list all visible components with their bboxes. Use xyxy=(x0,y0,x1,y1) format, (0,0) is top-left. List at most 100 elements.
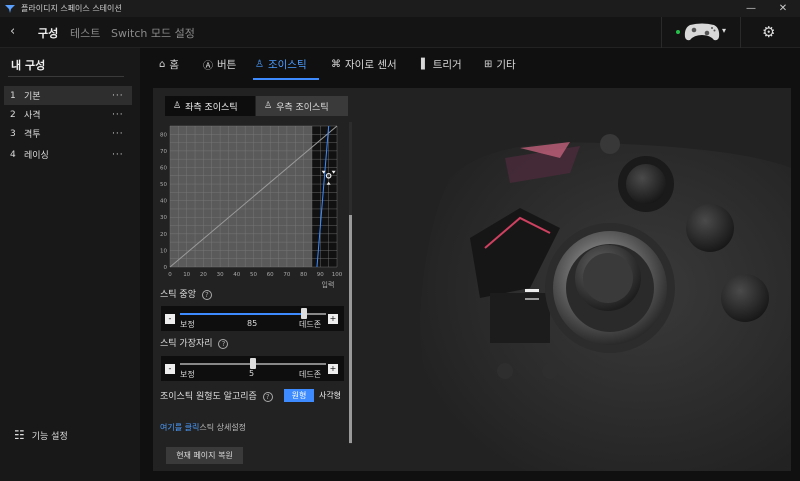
sidebar: 내 구성 1 기본 ··· 2 사격 ··· 3 격투 ··· 4 레이싱 ··… xyxy=(0,48,140,481)
controller-image xyxy=(410,118,791,471)
stick-edge-label: 스틱 가장자리 xyxy=(160,339,213,349)
x-tick-label: 10 xyxy=(183,272,190,278)
grid-icon: ⊞ xyxy=(484,58,493,70)
x-tick-label: 20 xyxy=(200,272,207,278)
tab-joystick[interactable]: ♙ 조이스틱 xyxy=(255,56,307,72)
stick-center-label: 스틱 중앙 xyxy=(160,290,196,300)
joystick-icon: ♙ xyxy=(255,58,264,70)
x-tick-label: 60 xyxy=(267,272,274,278)
slider-fill xyxy=(180,313,305,315)
more-icon[interactable]: ··· xyxy=(112,150,132,160)
deadzone-region xyxy=(311,126,337,267)
nav-switch-mode[interactable]: Switch 모드 설정 xyxy=(111,25,195,41)
stick-edge-row: 스틱 가장자리 ? xyxy=(160,336,229,349)
y-axis: 0 10 20 30 40 50 60 70 80 xyxy=(160,132,168,271)
deadzone-label: 데드존 xyxy=(299,320,322,329)
tab-label: 홈 xyxy=(169,58,180,71)
joystick-icon: ♙ xyxy=(173,101,182,111)
subtab-right-stick[interactable]: ♙ 우측 조이스틱 xyxy=(256,96,348,116)
minimize-button[interactable]: — xyxy=(738,0,764,17)
joystick-icon: ♙ xyxy=(264,101,273,111)
x-tick-label: 80 xyxy=(300,272,307,278)
algorithm-square-option[interactable]: 사각형 xyxy=(314,389,346,402)
tab-gyro[interactable]: ⌘ 자이로 센서 xyxy=(331,56,397,72)
top-nav: ‹ 구성 테스트 Switch 모드 설정 ▾ ⚙ xyxy=(0,17,800,48)
increase-button[interactable]: + xyxy=(328,314,338,324)
slider-value: 5 xyxy=(249,369,255,378)
y-tick-label: 40 xyxy=(160,199,167,205)
increase-button[interactable]: + xyxy=(328,364,338,374)
x-tick-label: 90 xyxy=(317,272,324,278)
slider-value: 85 xyxy=(247,319,258,328)
tab-buttons[interactable]: Ⓐ 버튼 xyxy=(203,56,236,72)
stick-center-slider[interactable]: - 보정 85 데드존 + xyxy=(161,306,344,331)
tab-home[interactable]: ⌂ 홈 xyxy=(159,56,179,72)
advanced-settings-row: 여기를 클릭스틱 상세설정 xyxy=(160,422,246,433)
y-tick-label: 80 xyxy=(160,132,167,138)
reset-page-button[interactable]: 현재 페이지 복원 xyxy=(166,447,243,464)
profile-item-basic[interactable]: 1 기본 ··· xyxy=(4,86,132,105)
x-axis: 0 10 20 30 40 50 60 70 80 90 100 xyxy=(168,272,342,278)
more-icon[interactable]: ··· xyxy=(112,91,132,101)
algorithm-row: 조이스틱 원형도 알고리즘 ? xyxy=(160,389,273,402)
y-tick-label: 20 xyxy=(160,232,167,238)
profile-name: 사격 xyxy=(24,111,41,121)
calibration-label: 보정 xyxy=(180,370,195,379)
profile-name: 레이싱 xyxy=(24,151,49,161)
controller-selector[interactable]: ▾ xyxy=(661,17,741,48)
tab-label: 자이로 센서 xyxy=(345,58,397,71)
profile-item-shooting[interactable]: 2 사격 ··· xyxy=(4,105,132,124)
profile-number: 2 xyxy=(10,109,16,120)
chevron-down-icon[interactable]: ▾ xyxy=(722,26,726,35)
scrollbar-thumb[interactable] xyxy=(349,215,352,443)
y-tick-label: 10 xyxy=(160,248,167,254)
function-settings-label: 기능 설정 xyxy=(31,431,68,442)
help-icon[interactable]: ? xyxy=(262,392,273,402)
tab-other[interactable]: ⊞ 기타 xyxy=(484,56,516,72)
profile-item-fighting[interactable]: 3 격투 ··· xyxy=(4,124,132,143)
calibration-label: 보정 xyxy=(180,320,195,329)
x-tick-label: 70 xyxy=(283,272,290,278)
connection-status-dot xyxy=(676,30,680,34)
gear-icon[interactable]: ⚙ xyxy=(762,23,775,41)
profile-number: 3 xyxy=(10,128,16,139)
x-axis-label: 입력 xyxy=(322,281,335,289)
trigger-icon: ▌ xyxy=(421,58,429,70)
advanced-settings-text: 스틱 상세설정 xyxy=(199,423,247,432)
help-icon[interactable]: ? xyxy=(201,290,212,300)
tab-trigger[interactable]: ▌ 트리거 xyxy=(421,56,462,72)
algorithm-circle-option[interactable]: 원형 xyxy=(284,389,314,402)
slider-thumb[interactable] xyxy=(301,308,308,319)
profile-item-racing[interactable]: 4 레이싱 ··· xyxy=(4,145,132,164)
title-bar: 플라이디지 스페이스 스테이션 — ✕ xyxy=(0,0,800,17)
tab-label: 조이스틱 xyxy=(267,58,307,71)
profile-name: 격투 xyxy=(24,130,41,140)
back-icon[interactable]: ‹ xyxy=(10,24,15,39)
x-tick-label: 100 xyxy=(332,272,343,278)
active-tab-indicator xyxy=(253,78,319,80)
nav-config[interactable]: 구성 xyxy=(38,25,58,41)
help-icon[interactable]: ? xyxy=(218,339,229,349)
subtab-left-stick[interactable]: ♙ 좌측 조이스틱 xyxy=(165,96,255,116)
decrease-button[interactable]: - xyxy=(165,314,175,324)
y-tick-label: 30 xyxy=(160,215,167,221)
sidebar-heading: 내 구성 xyxy=(11,59,46,72)
stick-curve-chart[interactable]: 0 10 20 30 40 50 60 70 80 0 10 20 30 40 50 60 70 80 90 100… xyxy=(156,122,346,290)
function-settings-button[interactable]: ☷ 기능 설정 xyxy=(14,428,68,442)
y-tick-label: 0 xyxy=(164,265,168,271)
decrease-button[interactable]: - xyxy=(165,364,175,374)
nav-test[interactable]: 테스트 xyxy=(70,25,100,41)
slider-thumb[interactable] xyxy=(250,358,256,369)
home-icon: ⌂ xyxy=(159,58,166,70)
y-tick-label: 70 xyxy=(160,149,167,155)
stick-edge-slider[interactable]: - 보정 5 데드존 + xyxy=(161,356,344,381)
divider xyxy=(8,76,124,77)
more-icon[interactable]: ··· xyxy=(112,110,132,120)
sliders-icon: ☷ xyxy=(14,428,25,442)
deadzone-label: 데드존 xyxy=(299,370,322,379)
profile-name: 기본 xyxy=(24,92,41,102)
close-button[interactable]: ✕ xyxy=(770,0,796,17)
more-icon[interactable]: ··· xyxy=(112,129,132,139)
tab-label: 트리거 xyxy=(432,58,462,71)
advanced-settings-link[interactable]: 여기를 클릭 xyxy=(160,423,199,432)
